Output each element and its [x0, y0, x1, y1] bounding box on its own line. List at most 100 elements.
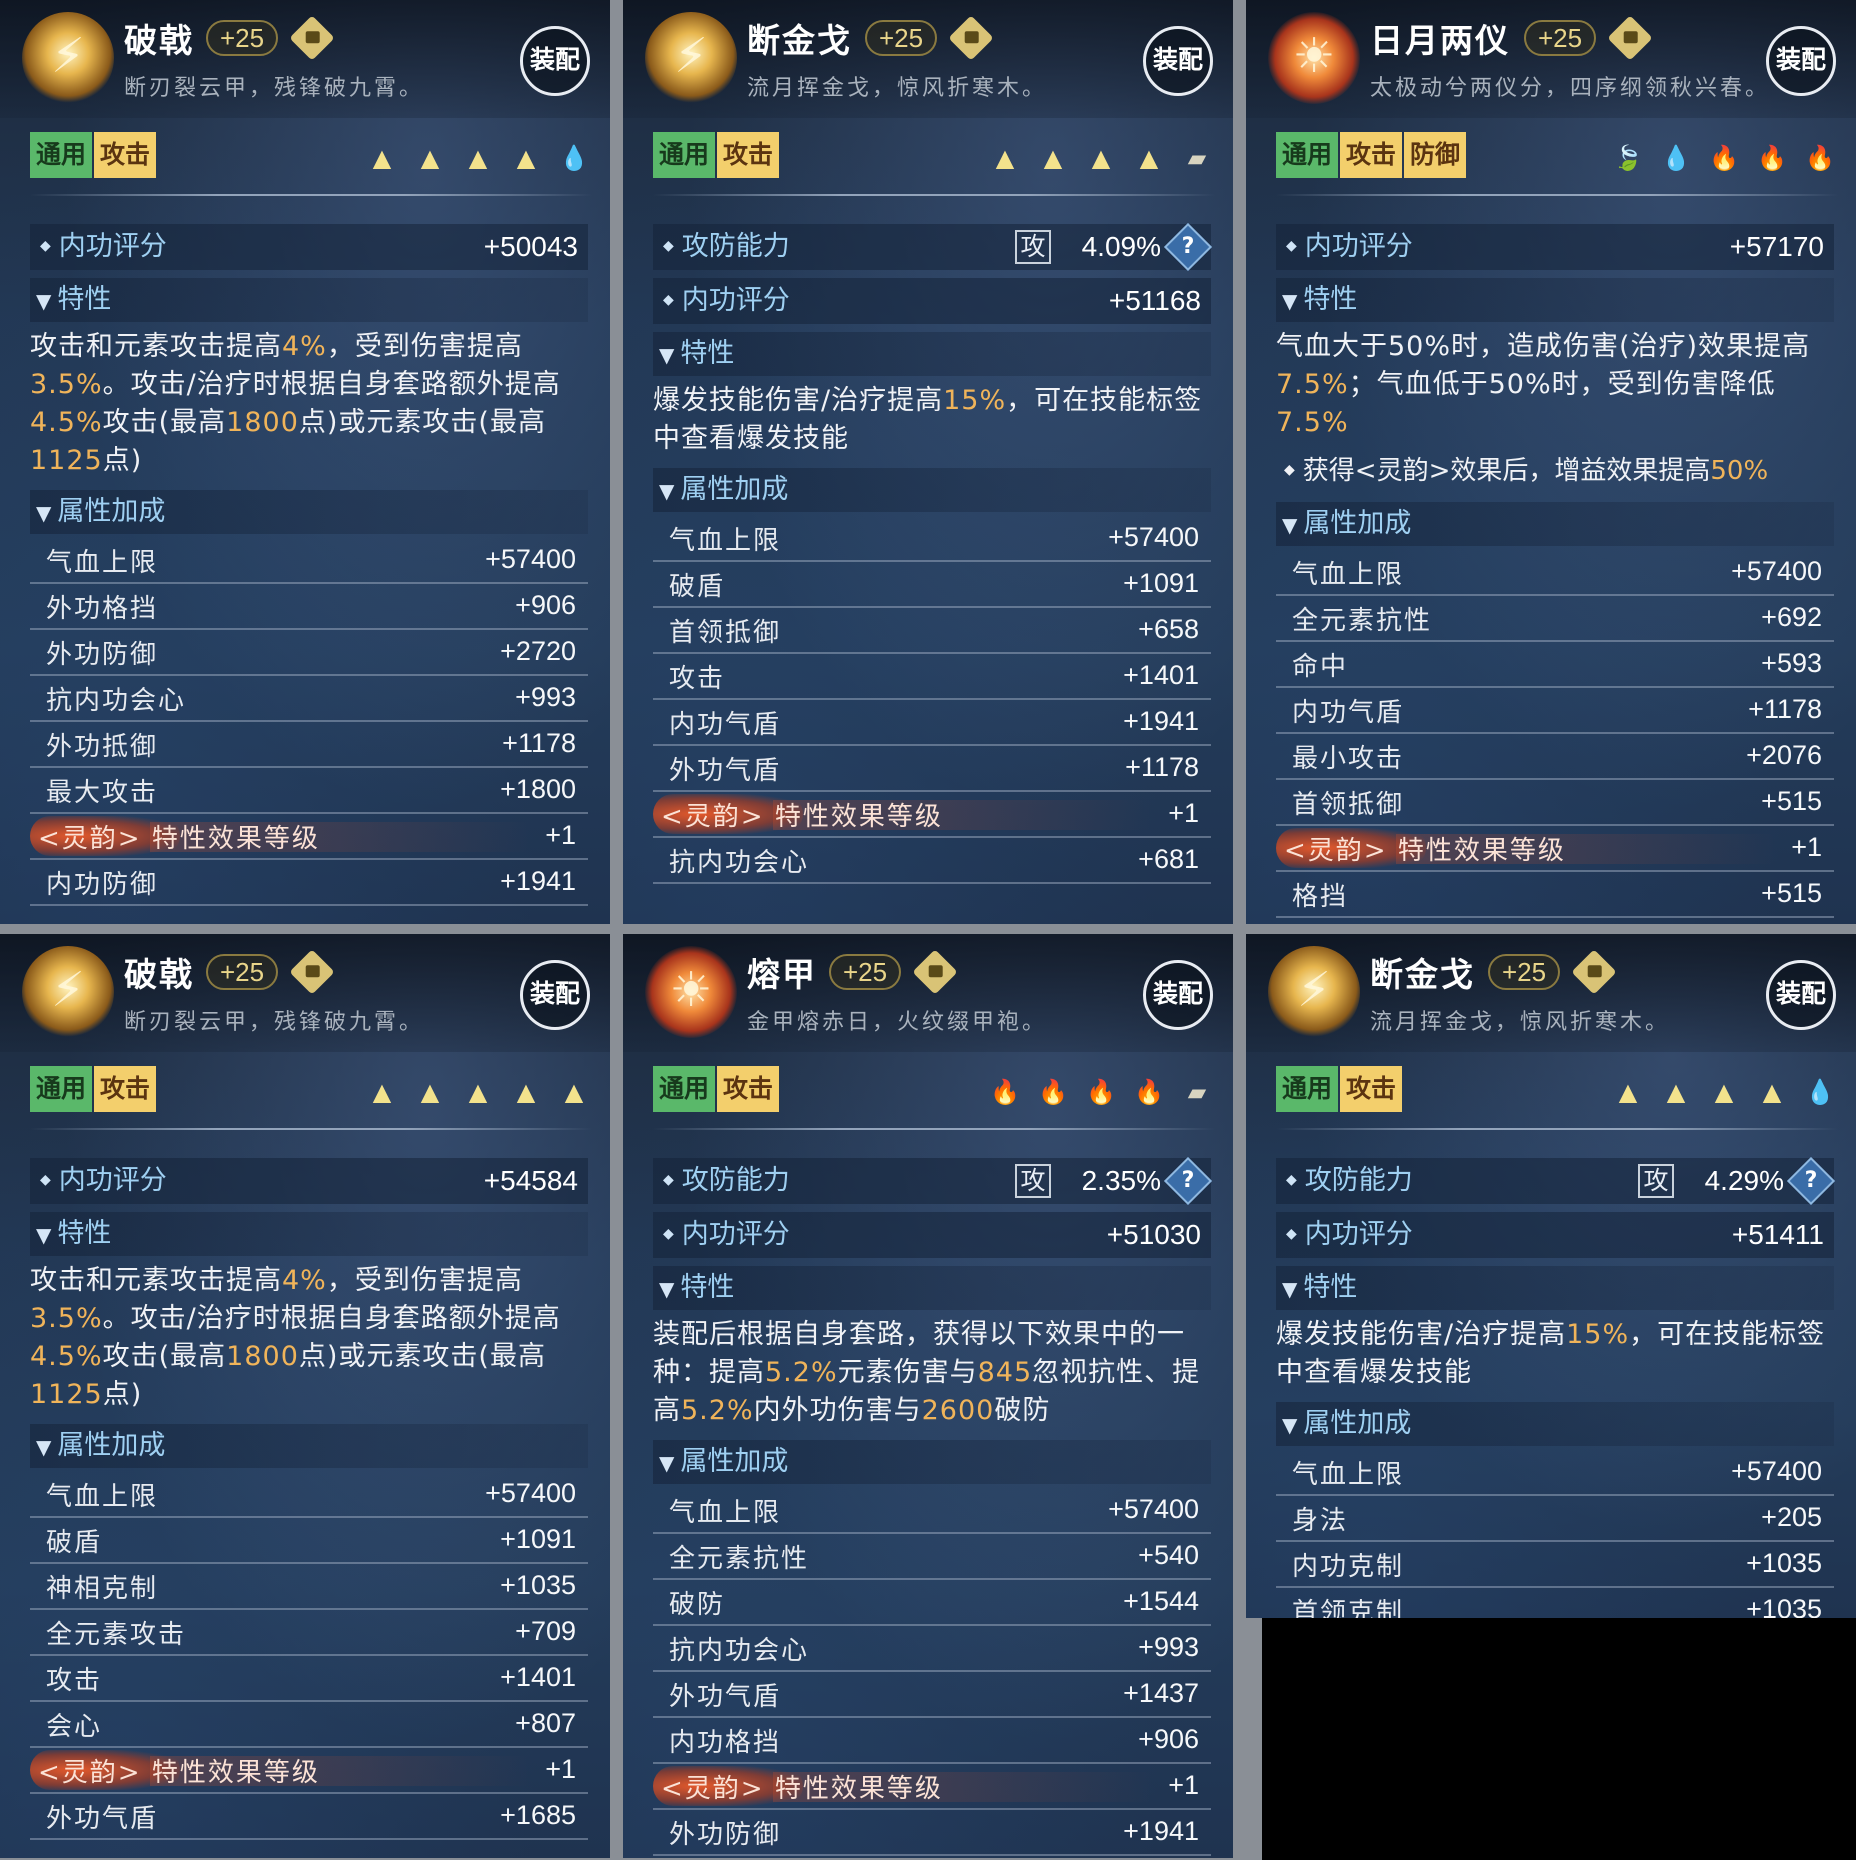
attribute-row: 最小攻击 +2076	[1276, 734, 1834, 780]
attribute-value: +1941	[1123, 706, 1199, 736]
attribute-value: +993	[515, 682, 576, 712]
triangle-gem-icon[interactable]: ▲	[1131, 140, 1167, 176]
attribute-value: +906	[515, 590, 576, 620]
trait-highlight-value: 845	[977, 1357, 1033, 1388]
lock-icon[interactable]	[948, 15, 994, 61]
attribute-row: 外功防御 +2720	[30, 630, 588, 676]
triangle-gem-icon[interactable]: ▲	[508, 140, 544, 176]
attribute-row: <灵韵> 特性效果等级 +1	[653, 792, 1211, 838]
attribute-row: 命中 +593	[1276, 642, 1834, 688]
triangle-gem-icon[interactable]: ▲	[1706, 1074, 1742, 1110]
attributes-section-header[interactable]: 属性加成	[30, 1424, 588, 1468]
fire-gem-icon[interactable]: 🔥	[1754, 140, 1790, 176]
trait-highlight-value: 1800	[226, 1341, 299, 1372]
water-gem-icon[interactable]: 💧	[1658, 140, 1694, 176]
attribute-value: +1401	[1123, 660, 1199, 690]
trait-text-part: 攻击(最高	[102, 407, 227, 438]
triangle-gem-icon[interactable]: ▲	[460, 140, 496, 176]
attribute-label: 内功格挡	[669, 1728, 782, 1758]
attributes-section-header[interactable]: 属性加成	[30, 490, 588, 534]
trait-highlight-value: 1125	[30, 1379, 103, 1410]
attribute-row: 气血上限 +57400	[30, 1472, 588, 1518]
triangle-gem-icon[interactable]: ▲	[1610, 1074, 1646, 1110]
traits-section-header[interactable]: 特性	[653, 1266, 1211, 1310]
triangle-gem-icon[interactable]: ▲	[1035, 140, 1071, 176]
equip-button[interactable]: 装配	[1143, 26, 1213, 96]
attributes-section-header[interactable]: 属性加成	[653, 468, 1211, 512]
trait-text: 攻击和元素攻击提高4%，受到伤害提高 3.5%。攻击/治疗时根据自身套路额外提高 4…	[30, 326, 588, 490]
trait-highlight-value: 3.5%	[30, 369, 103, 400]
equip-button[interactable]: 装配	[1766, 26, 1836, 96]
attribute-label: 内功气盾	[669, 710, 782, 740]
traits-section-header[interactable]: 特性	[30, 278, 588, 322]
attribute-row: 首领抵御 +515	[1276, 780, 1834, 826]
equip-button[interactable]: 装配	[1143, 960, 1213, 1030]
equip-button[interactable]: 装配	[520, 26, 590, 96]
attributes-section-header[interactable]: 属性加成	[1276, 502, 1834, 546]
triangle-gem-icon[interactable]: ▲	[556, 1074, 592, 1110]
triangle-gem-icon[interactable]: ▲	[1754, 1074, 1790, 1110]
fire-gem-icon[interactable]: 🔥	[1706, 140, 1742, 176]
trait-text-part: 爆发技能伤害/治疗提高	[1276, 1319, 1567, 1350]
attribute-row: 全元素抗性 +692	[1276, 596, 1834, 642]
empty-gem-slot-icon[interactable]: ▰	[1179, 1074, 1215, 1110]
trait-text-part: 点)	[102, 445, 143, 476]
traits-section-header[interactable]: 特性	[1276, 278, 1834, 322]
fire-gem-icon[interactable]: 🔥	[1035, 1074, 1071, 1110]
traits-section-header[interactable]: 特性	[30, 1212, 588, 1256]
help-icon[interactable]: ?	[1786, 1156, 1836, 1206]
equip-button[interactable]: 装配	[1766, 960, 1836, 1030]
attribute-row: 气血上限 +57400	[1276, 550, 1834, 596]
attribute-row: 外功格挡 +906	[30, 584, 588, 630]
attribute-label: 最小攻击	[1292, 744, 1405, 774]
attributes-section-header[interactable]: 属性加成	[1276, 1402, 1834, 1446]
triangle-gem-icon[interactable]: ▲	[1083, 140, 1119, 176]
trait-text-part: 点)或元素攻击(最高	[298, 407, 546, 438]
triangle-gem-icon[interactable]: ▲	[412, 1074, 448, 1110]
triangle-gem-icon[interactable]: ▲	[987, 140, 1023, 176]
attribute-value: +1941	[1123, 1816, 1199, 1846]
equipment-emblem-icon: ☀	[1268, 12, 1360, 104]
triangle-gem-icon[interactable]: ▲	[412, 140, 448, 176]
lock-icon[interactable]	[289, 949, 335, 995]
triangle-gem-icon[interactable]: ▲	[460, 1074, 496, 1110]
attribute-value: +1800	[500, 774, 576, 804]
lock-icon[interactable]	[1571, 949, 1617, 995]
inner-power-score-label: 内功评分	[1286, 224, 1413, 274]
inner-power-score-label: 内功评分	[663, 278, 790, 328]
water-gem-icon[interactable]: 💧	[1802, 1074, 1838, 1110]
triangle-gem-icon[interactable]: ▲	[364, 140, 400, 176]
triangle-gem-icon[interactable]: ▲	[508, 1074, 544, 1110]
fire-gem-icon[interactable]: 🔥	[1083, 1074, 1119, 1110]
traits-section-header[interactable]: 特性	[653, 332, 1211, 376]
fire-gem-icon[interactable]: 🔥	[1802, 140, 1838, 176]
empty-gem-slot-icon[interactable]: ▰	[1179, 140, 1215, 176]
attack-defense-row: 攻防能力 攻 4.09%?	[653, 222, 1213, 272]
equip-button[interactable]: 装配	[520, 960, 590, 1030]
fire-gem-icon[interactable]: 🔥	[1131, 1074, 1167, 1110]
attack-defense-value: 4.09%	[1081, 231, 1161, 262]
trait-text-part: 攻击和元素攻击提高	[30, 331, 282, 362]
fire-gem-icon[interactable]: 🔥	[987, 1074, 1023, 1110]
category-tag: 通用	[30, 132, 93, 178]
attribute-value: +1401	[500, 1662, 576, 1692]
attributes-section-header[interactable]: 属性加成	[653, 1440, 1211, 1484]
equipment-emblem-icon: ☀	[645, 946, 737, 1038]
equipment-card: ☀ 熔甲 +25 金甲熔赤日，火纹缀甲袍。 装配通用攻击 🔥 🔥 🔥 🔥 ▰ 攻防能力 攻 2.35%?…	[623, 934, 1233, 1858]
lock-icon[interactable]	[289, 15, 335, 61]
equipment-description: 太极动兮两仪分，四序纲领秋兴春。	[1370, 76, 1771, 101]
lock-icon[interactable]	[1607, 15, 1653, 61]
triangle-gem-icon[interactable]: ▲	[364, 1074, 400, 1110]
help-icon[interactable]: ?	[1163, 1156, 1213, 1206]
attribute-label: 命中	[1292, 652, 1349, 682]
help-icon[interactable]: ?	[1163, 222, 1213, 272]
lock-icon[interactable]	[912, 949, 958, 995]
equipment-description: 断刃裂云甲，残锋破九霄。	[124, 76, 425, 101]
triangle-gem-icon[interactable]: ▲	[1658, 1074, 1694, 1110]
leaf-gem-icon[interactable]: 🍃	[1610, 140, 1646, 176]
traits-section-header[interactable]: 特性	[1276, 1266, 1834, 1310]
category-tags: 通用 攻击	[30, 132, 158, 180]
water-gem-icon[interactable]: 💧	[556, 140, 592, 176]
trait-highlight-value: 5.2%	[681, 1395, 754, 1426]
inner-power-score-row: 内功评分+57170	[1276, 224, 1834, 270]
